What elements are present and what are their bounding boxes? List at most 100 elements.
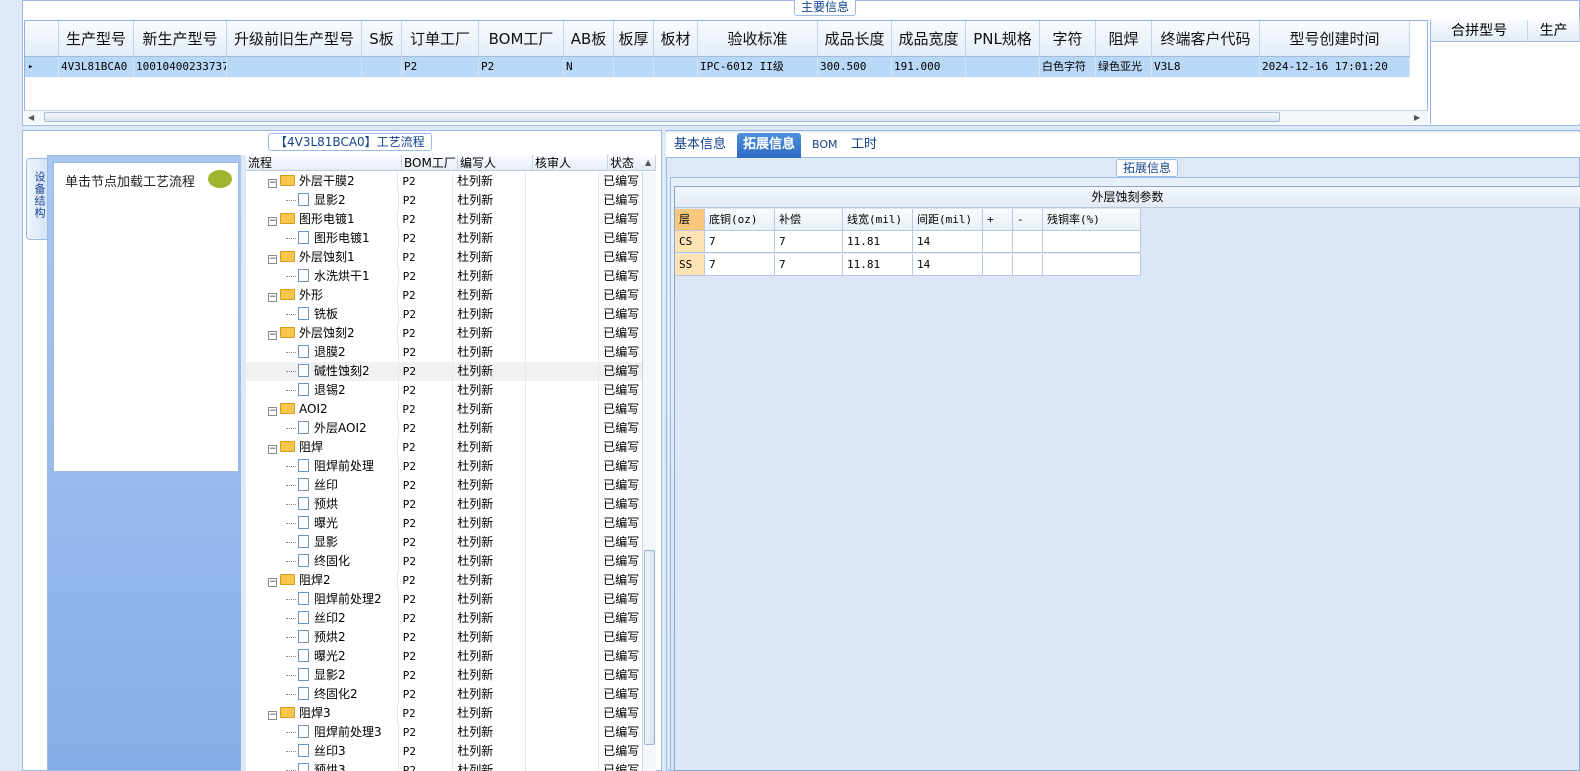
main-grid-horizontal-scrollbar[interactable]: ◀ ▶ [24, 110, 1428, 124]
tree-row[interactable]: 显影2 P2 杜列新 已编写 [246, 666, 646, 685]
tree-node[interactable]: − 外层蚀刻1 [246, 248, 399, 267]
collapse-icon[interactable]: − [268, 578, 277, 587]
tree-node[interactable]: 预烘 [246, 495, 399, 514]
tree-row[interactable]: − 阻焊2 P2 杜列新 已编写 [246, 571, 646, 590]
column-header[interactable]: 成品宽度 [892, 21, 966, 56]
device-structure-tab[interactable]: 设备结构 [26, 158, 48, 240]
tree-node[interactable]: 图形电镀1 [246, 229, 399, 248]
tree-node[interactable]: 丝印3 [246, 742, 399, 761]
grid-cell[interactable]: 绿色亚光 [1096, 57, 1152, 77]
column-header[interactable]: 验收标准 [698, 21, 818, 56]
tree-row[interactable]: 丝印3 P2 杜列新 已编写 [246, 742, 646, 761]
tree-row[interactable]: 图形电镀1 P2 杜列新 已编写 [246, 229, 646, 248]
tree-node[interactable]: 碱性蚀刻2 [246, 362, 399, 381]
column-header[interactable]: PNL规格 [966, 21, 1040, 56]
column-header[interactable]: S板 [362, 21, 402, 56]
etching-column-header[interactable]: 底铜(oz) [705, 209, 775, 231]
tree-node[interactable]: 预烘2 [246, 628, 399, 647]
grid-cell[interactable] [362, 57, 402, 77]
collapse-icon[interactable]: − [268, 217, 277, 226]
collapse-icon[interactable]: − [268, 331, 277, 340]
tree-node[interactable]: 曝光2 [246, 647, 399, 666]
tree-row[interactable]: 曝光2 P2 杜列新 已编写 [246, 647, 646, 666]
tab-extended-info[interactable]: 拓展信息 [737, 133, 802, 158]
grid-cell[interactable]: 10010400233737 [134, 57, 227, 77]
grid-cell[interactable]: P2 [479, 57, 564, 77]
tree-row[interactable]: 预烘3 P2 杜列新 已编写 [246, 761, 646, 771]
tab-bom[interactable]: BOM [806, 133, 844, 158]
tree-row[interactable]: 丝印2 P2 杜列新 已编写 [246, 609, 646, 628]
tree-node[interactable]: 预烘3 [246, 761, 399, 771]
etching-cell[interactable]: CS [675, 231, 705, 253]
tree-row[interactable]: − 外层干膜2 P2 杜列新 已编写 [246, 172, 646, 191]
tree-row[interactable]: − AOI2 P2 杜列新 已编写 [246, 400, 646, 419]
tree-node[interactable]: − 图形电镀1 [246, 210, 399, 229]
tree-column-header[interactable]: 流程 [246, 155, 402, 170]
column-header[interactable]: 终端客户代码 [1152, 21, 1260, 56]
tree-node[interactable]: 阻焊前处理 [246, 457, 399, 476]
tab-basic-info[interactable]: 基本信息 [668, 133, 732, 158]
tree-node[interactable]: 显影2 [246, 666, 399, 685]
tree-row[interactable]: 预烘2 P2 杜列新 已编写 [246, 628, 646, 647]
collapse-icon[interactable]: − [268, 407, 277, 416]
collapse-icon[interactable]: − [268, 445, 277, 454]
horizontal-scroll-thumb[interactable] [44, 112, 1280, 122]
column-header[interactable]: 板材 [654, 21, 698, 56]
tree-row[interactable]: − 阻焊 P2 杜列新 已编写 [246, 438, 646, 457]
etching-row[interactable]: SS 7 7 11.81 14 [675, 254, 1141, 276]
tree-row[interactable]: 碱性蚀刻2 P2 杜列新 已编写 [246, 362, 646, 381]
tree-node[interactable]: 显影 [246, 533, 399, 552]
etching-cell[interactable]: 7 [775, 254, 843, 276]
tree-node[interactable]: − 外层干膜2 [246, 172, 399, 191]
main-grid-row[interactable]: ▸ 4V3L81BCA0 10010400233737 P2 P2 N IPC-6012 I… [25, 57, 1410, 77]
grid-cell[interactable]: V3L8 [1152, 57, 1260, 77]
column-header[interactable]: 字符 [1040, 21, 1096, 56]
column-header[interactable]: 新生产型号 [134, 21, 227, 56]
etching-column-header[interactable]: 间距(mil) [913, 209, 983, 231]
vertical-scroll-thumb[interactable] [644, 550, 655, 745]
collapse-icon[interactable]: − [268, 255, 277, 264]
column-header[interactable]: 订单工厂 [402, 21, 479, 56]
tree-node[interactable]: 显影2 [246, 191, 399, 210]
tree-row[interactable]: 铣板 P2 杜列新 已编写 [246, 305, 646, 324]
row-selector-header[interactable] [25, 21, 59, 56]
tree-node[interactable]: − 外形 [246, 286, 399, 305]
etching-cell[interactable]: 7 [705, 231, 775, 253]
tree-row[interactable]: 阻焊前处理2 P2 杜列新 已编写 [246, 590, 646, 609]
tree-node[interactable]: 退锡2 [246, 381, 399, 400]
tree-row[interactable]: 显影2 P2 杜列新 已编写 [246, 191, 646, 210]
etching-row[interactable]: CS 7 7 11.81 14 [675, 231, 1141, 253]
tree-column-header[interactable]: 编写人 [458, 155, 533, 170]
etching-cell[interactable] [983, 231, 1013, 253]
column-header[interactable]: 板厚 [614, 21, 654, 56]
etching-cell[interactable]: 14 [913, 231, 983, 253]
etching-cell[interactable] [983, 254, 1013, 276]
etching-cell[interactable]: SS [675, 254, 705, 276]
grid-cell[interactable] [654, 57, 698, 77]
grid-cell[interactable] [227, 57, 362, 77]
grid-cell[interactable]: 300.500 [818, 57, 892, 77]
tree-node[interactable]: 阻焊前处理3 [246, 723, 399, 742]
tree-row[interactable]: 阻焊前处理 P2 杜列新 已编写 [246, 457, 646, 476]
tree-row[interactable]: − 图形电镀1 P2 杜列新 已编写 [246, 210, 646, 229]
etching-cell[interactable] [1013, 231, 1043, 253]
etching-cell[interactable]: 11.81 [843, 231, 913, 253]
scroll-up-arrow-icon[interactable]: ▲ [645, 158, 651, 167]
column-header[interactable]: 生产型号 [59, 21, 134, 56]
tree-row[interactable]: 退锡2 P2 杜列新 已编写 [246, 381, 646, 400]
column-header[interactable]: 阻焊 [1096, 21, 1152, 56]
tree-node[interactable]: 终固化 [246, 552, 399, 571]
grid-cell[interactable]: P2 [402, 57, 479, 77]
scroll-left-arrow-icon[interactable]: ◀ [28, 113, 34, 122]
tree-row[interactable]: 终固化2 P2 杜列新 已编写 [246, 685, 646, 704]
tree-node[interactable]: 曝光 [246, 514, 399, 533]
tree-node[interactable]: 水洗烘干1 [246, 267, 399, 286]
etching-column-header[interactable]: - [1013, 209, 1043, 231]
etching-column-header[interactable]: 层 [675, 209, 705, 231]
tree-row[interactable]: 丝印 P2 杜列新 已编写 [246, 476, 646, 495]
tree-row[interactable]: 终固化 P2 杜列新 已编写 [246, 552, 646, 571]
collapse-icon[interactable]: − [268, 179, 277, 188]
grid-cell[interactable] [614, 57, 654, 77]
grid-cell[interactable]: 白色字符 [1040, 57, 1096, 77]
etching-cell[interactable] [1013, 254, 1043, 276]
